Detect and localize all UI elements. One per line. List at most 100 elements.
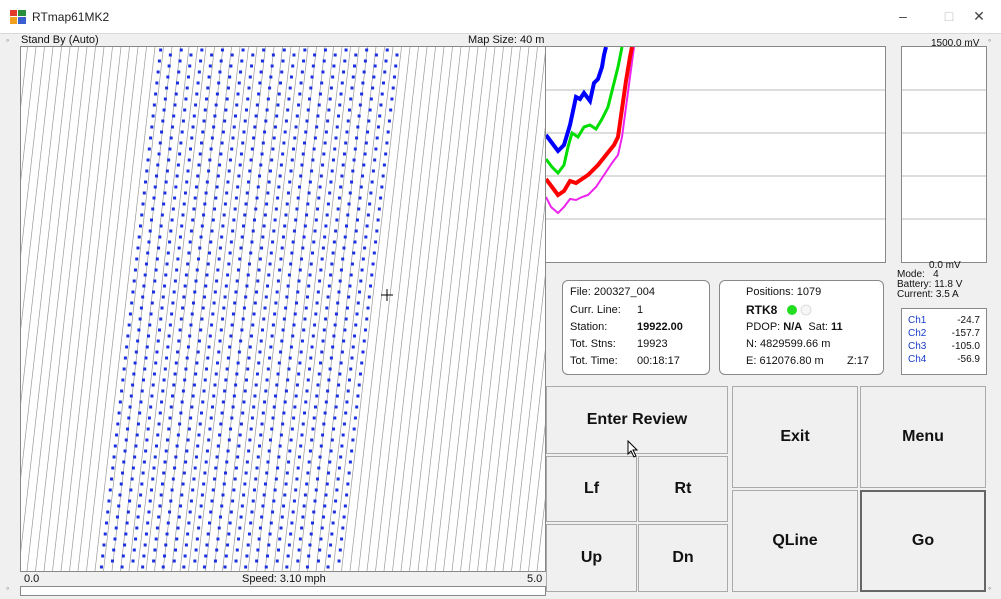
qline-button[interactable]: QLine (732, 490, 858, 592)
survey-point (148, 323, 152, 327)
survey-point (201, 130, 205, 134)
survey-point (185, 356, 189, 360)
survey-point (199, 328, 203, 332)
survey-point (157, 59, 161, 63)
easting: E: 612076.80 m (746, 355, 824, 367)
survey-point (308, 543, 312, 547)
survey-point (125, 345, 129, 349)
survey-point (323, 504, 327, 508)
survey-point (205, 449, 209, 453)
survey-point (317, 466, 321, 470)
survey-point (126, 510, 130, 514)
survey-point (151, 207, 155, 211)
survey-point (321, 163, 325, 167)
survey-point (172, 559, 176, 563)
station-value: 19922.00 (637, 321, 683, 333)
survey-point (365, 317, 369, 321)
survey-point (264, 119, 268, 123)
survey-point (197, 70, 201, 74)
survey-point (160, 482, 164, 486)
survey-point (187, 521, 191, 525)
survey-point (205, 367, 209, 371)
survey-point (313, 53, 317, 57)
menu-button[interactable]: Menu (860, 386, 986, 488)
survey-point (202, 119, 206, 123)
survey-point (212, 125, 216, 129)
survey-point (155, 526, 159, 530)
survey-point (332, 240, 336, 244)
survey-point (298, 361, 302, 365)
close-button[interactable]: ✕ (956, 0, 1001, 32)
minimize-button[interactable]: – (880, 0, 926, 32)
survey-point (297, 279, 301, 283)
survey-point (258, 350, 262, 354)
survey-point (337, 559, 341, 563)
survey-point (326, 565, 330, 569)
survey-point (357, 114, 361, 118)
survey-point (342, 339, 346, 343)
survey-point (241, 317, 245, 321)
survey-point (363, 59, 367, 63)
survey-point (289, 75, 293, 79)
left-button[interactable]: Lf (546, 456, 637, 522)
survey-point (270, 334, 274, 338)
survey-point (268, 86, 272, 90)
go-button[interactable]: Go (860, 490, 986, 592)
survey-point (149, 136, 153, 140)
survey-point (192, 114, 196, 118)
survey-point (284, 482, 288, 486)
survey-point (287, 97, 291, 101)
survey-point (266, 367, 270, 371)
survey-point (306, 202, 310, 206)
survey-point (180, 130, 184, 134)
survey-point (290, 521, 294, 525)
survey-point (328, 460, 332, 464)
survey-point (359, 279, 363, 283)
survey-point (209, 416, 213, 420)
survey-point (229, 64, 233, 68)
right-button[interactable]: Rt (638, 456, 728, 522)
survey-map[interactable] (20, 46, 546, 572)
survey-point (346, 119, 350, 123)
survey-point (212, 301, 216, 305)
survey-point (355, 405, 359, 409)
utm-zone: Z:17 (847, 355, 870, 367)
survey-point (144, 449, 148, 453)
channel-value: -105.0 (951, 341, 980, 352)
survey-point (226, 449, 230, 453)
survey-point (339, 92, 343, 96)
map-canvas[interactable] (21, 47, 545, 571)
survey-point (250, 416, 254, 420)
survey-point (297, 372, 301, 376)
survey-point (207, 521, 211, 525)
survey-point (320, 81, 324, 85)
survey-point (257, 361, 261, 365)
survey-point (167, 64, 171, 68)
survey-point (260, 515, 264, 519)
survey-point (282, 317, 286, 321)
survey-point (142, 284, 146, 288)
survey-point (395, 53, 399, 57)
survey-point (243, 482, 247, 486)
survey-point (209, 510, 213, 514)
curr-line-value: 1 (637, 304, 644, 316)
survey-point (271, 510, 275, 514)
survey-point (383, 70, 387, 74)
survey-point (176, 350, 180, 354)
exit-button[interactable]: Exit (732, 386, 858, 488)
survey-point (318, 279, 322, 283)
survey-point (180, 493, 184, 497)
down-button[interactable]: Dn (638, 524, 728, 592)
survey-point (147, 240, 151, 244)
survey-point (257, 92, 261, 96)
pdop-value: N/A (783, 321, 803, 333)
survey-point (381, 174, 385, 178)
survey-point (140, 389, 144, 393)
up-button[interactable]: Up (546, 524, 637, 592)
survey-point (308, 367, 312, 371)
survey-point (127, 323, 131, 327)
survey-point (166, 438, 169, 442)
survey-point (361, 174, 365, 178)
survey-point (152, 559, 156, 563)
survey-point (364, 141, 368, 145)
